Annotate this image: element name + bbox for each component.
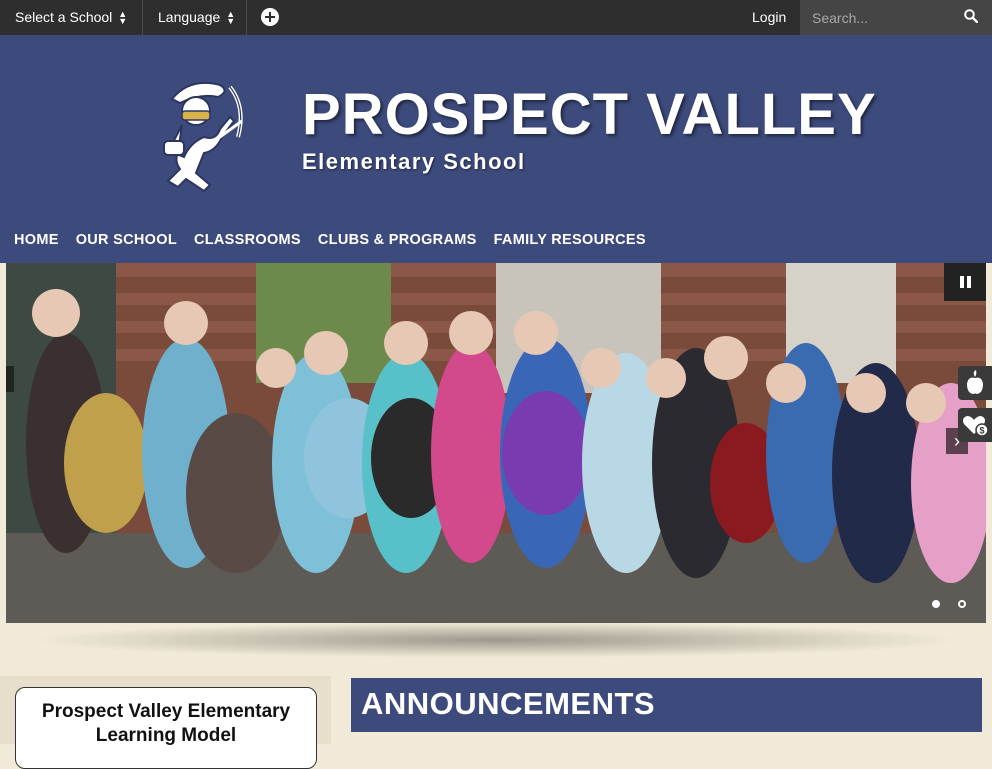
main-nav: HOME OUR SCHOOL CLASSROOMS CLUBS & PROGR… bbox=[14, 232, 663, 248]
site-title[interactable]: PROSPECT VALLEY bbox=[302, 85, 877, 145]
nav-item-our-school[interactable]: OUR SCHOOL bbox=[76, 232, 177, 248]
announcements-heading: ANNOUNCEMENTS bbox=[361, 686, 656, 721]
announcements-header: ANNOUNCEMENTS bbox=[351, 678, 982, 732]
language-dropdown[interactable]: Language ▲ ▼ bbox=[158, 0, 235, 35]
heart-dollar-glyph: $ bbox=[963, 416, 989, 437]
hero-image bbox=[6, 263, 986, 623]
site-header: PROSPECT VALLEY Elementary School HOME O… bbox=[0, 35, 992, 263]
login-link[interactable]: Login bbox=[752, 0, 786, 35]
nav-item-classrooms[interactable]: CLASSROOMS bbox=[194, 232, 301, 248]
updown-icon: ▲ ▼ bbox=[118, 9, 128, 27]
apple-icon[interactable] bbox=[958, 366, 992, 400]
nav-item-clubs-programs[interactable]: CLUBS & PROGRAMS bbox=[318, 232, 477, 248]
slide-dot-1[interactable] bbox=[932, 600, 940, 608]
nav-item-family-resources[interactable]: FAMILY RESOURCES bbox=[494, 232, 646, 248]
school-mascot-logo[interactable] bbox=[160, 77, 250, 195]
updown-icon: ▲ ▼ bbox=[226, 9, 236, 27]
site-subtitle: Elementary School bbox=[302, 149, 526, 174]
language-label: Language bbox=[158, 9, 221, 25]
svg-text:$: $ bbox=[979, 426, 984, 436]
search-box bbox=[800, 0, 992, 35]
search-input[interactable] bbox=[810, 6, 954, 30]
top-bar: Select a School ▲ ▼ Language ▲ ▼ Login bbox=[0, 0, 992, 35]
hero-slideshow bbox=[6, 263, 986, 623]
slider-shadow bbox=[30, 622, 962, 658]
pause-icon[interactable] bbox=[944, 263, 986, 301]
donate-icon[interactable]: $ bbox=[958, 408, 992, 442]
learning-model-button[interactable]: Prospect Valley Elementary Learning Mode… bbox=[15, 687, 317, 769]
slide-dot-2[interactable] bbox=[958, 600, 966, 608]
select-school-label: Select a School bbox=[15, 9, 113, 25]
divider bbox=[246, 0, 247, 35]
previous-slide-button[interactable] bbox=[6, 366, 14, 392]
select-school-dropdown[interactable]: Select a School ▲ ▼ bbox=[15, 0, 127, 35]
search-icon[interactable] bbox=[964, 9, 978, 23]
learning-model-label: Prospect Valley Elementary Learning Mode… bbox=[41, 701, 291, 746]
apple-glyph bbox=[967, 370, 983, 394]
nav-item-home[interactable]: HOME bbox=[14, 232, 59, 248]
plus-circle-icon[interactable] bbox=[261, 8, 279, 26]
divider bbox=[142, 0, 143, 35]
